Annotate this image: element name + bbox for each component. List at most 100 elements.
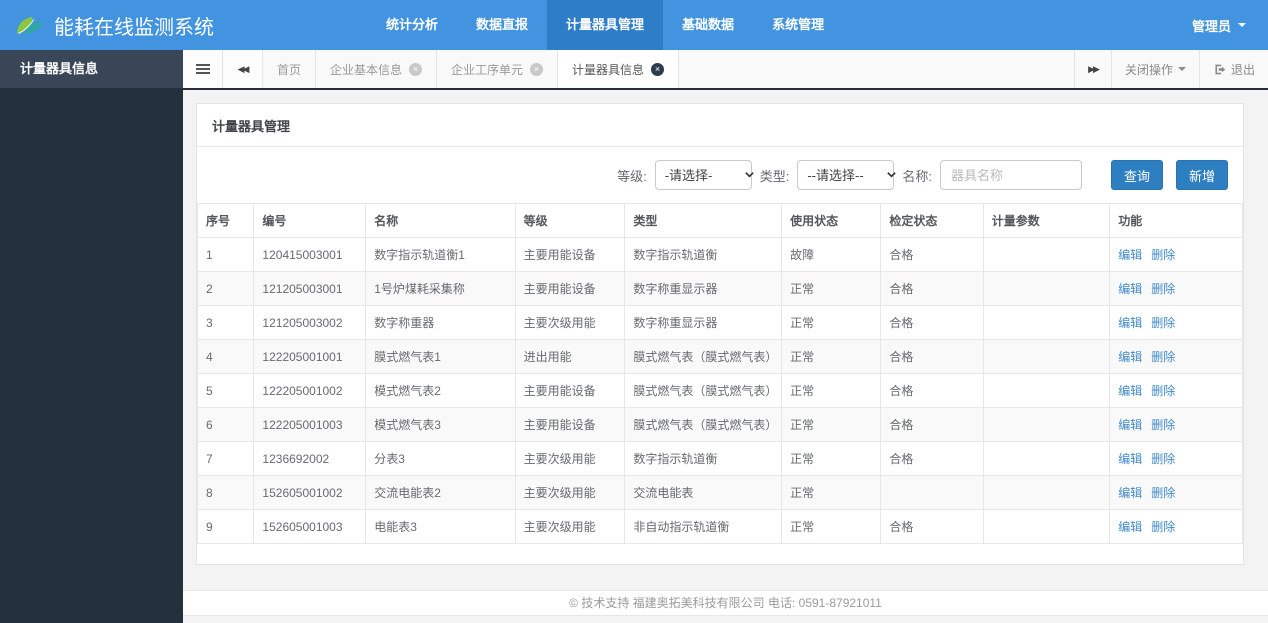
chevron-down-icon [1178, 67, 1186, 71]
open-tabs: 首页企业基本信息 × 企业工序单元 × 计量器具信息 × [263, 50, 679, 88]
column-header: 等级 [515, 204, 625, 238]
table-cell [983, 306, 1109, 340]
type-select[interactable]: --请选择-- [797, 160, 894, 190]
edit-link[interactable]: 编辑 [1118, 486, 1142, 500]
column-header: 序号 [198, 204, 254, 238]
search-button[interactable]: 查询 [1111, 160, 1163, 190]
tab-close-icon[interactable]: × [409, 63, 422, 76]
table-cell: 4 [198, 340, 254, 374]
table-cell: 主要用能设备 [515, 272, 625, 306]
table-cell: 6 [198, 408, 254, 442]
delete-link[interactable]: 删除 [1151, 350, 1175, 364]
double-arrow-right-icon: ▶▶ [1088, 64, 1098, 75]
nav-item-1[interactable]: 统计分析 [367, 0, 457, 50]
tab-1[interactable]: 首页 [263, 50, 316, 88]
column-header: 编号 [254, 204, 366, 238]
table-cell: 主要次级用能 [515, 476, 625, 510]
double-arrow-left-icon: ◀◀ [238, 64, 248, 75]
leaf-icon [15, 13, 45, 37]
table-cell [983, 510, 1109, 544]
sidebar-toggle-button[interactable] [183, 50, 223, 88]
table-row: 9152605001003电能表3主要次级用能非自动指示轨道衡正常合格编辑删除 [198, 510, 1243, 544]
table-cell: 主要次级用能 [515, 510, 625, 544]
column-header: 类型 [625, 204, 782, 238]
table-cell: 121205003001 [254, 272, 366, 306]
delete-link[interactable]: 删除 [1151, 486, 1175, 500]
table-cell: 电能表3 [366, 510, 515, 544]
tab-close-icon[interactable]: × [651, 63, 664, 76]
nav-item-4[interactable]: 基础数据 [663, 0, 753, 50]
close-operations-label: 关闭操作 [1125, 61, 1173, 78]
table-cell [983, 408, 1109, 442]
edit-link[interactable]: 编辑 [1118, 452, 1142, 466]
edit-link[interactable]: 编辑 [1118, 350, 1142, 364]
close-operations-dropdown[interactable]: 关闭操作 [1111, 50, 1199, 88]
nav-item-3[interactable]: 计量器具管理 [547, 0, 663, 50]
tab-label: 企业工序单元 [451, 61, 523, 78]
table-cell-actions: 编辑删除 [1110, 272, 1243, 306]
table-cell: 合格 [881, 408, 983, 442]
sidebar: 计量器具信息 [0, 50, 183, 623]
tab-2[interactable]: 企业基本信息 × [316, 50, 437, 88]
delete-link[interactable]: 删除 [1151, 316, 1175, 330]
tab-4[interactable]: 计量器具信息 × [558, 50, 679, 88]
table-cell: 9 [198, 510, 254, 544]
add-button[interactable]: 新增 [1176, 160, 1228, 190]
delete-link[interactable]: 删除 [1151, 418, 1175, 432]
table-cell [983, 374, 1109, 408]
table-cell: 合格 [881, 340, 983, 374]
edit-link[interactable]: 编辑 [1118, 520, 1142, 534]
delete-link[interactable]: 删除 [1151, 452, 1175, 466]
edit-link[interactable]: 编辑 [1118, 248, 1142, 262]
column-header: 检定状态 [881, 204, 983, 238]
tab-label: 企业基本信息 [330, 61, 402, 78]
table-cell: 正常 [782, 272, 881, 306]
logout-button[interactable]: 退出 [1199, 50, 1268, 88]
tab-label: 计量器具信息 [572, 61, 644, 78]
table-cell: 合格 [881, 442, 983, 476]
table-cell: 122205001003 [254, 408, 366, 442]
meter-management-panel: 计量器具管理 等级: -请选择- 类型: --请选择-- [196, 103, 1244, 565]
edit-link[interactable]: 编辑 [1118, 282, 1142, 296]
scroll-tabs-right-button[interactable]: ▶▶ [1074, 50, 1111, 88]
delete-link[interactable]: 删除 [1151, 282, 1175, 296]
content-area: 计量器具管理 等级: -请选择- 类型: --请选择-- [183, 90, 1268, 590]
table-cell: 数字指示轨道衡 [625, 238, 782, 272]
table-cell: 正常 [782, 442, 881, 476]
scroll-tabs-left-button[interactable]: ◀◀ [223, 50, 263, 88]
name-search-input[interactable] [940, 160, 1082, 190]
tab-close-icon[interactable]: × [530, 63, 543, 76]
delete-link[interactable]: 删除 [1151, 248, 1175, 262]
logout-icon [1213, 63, 1226, 76]
table-body: 1120415003001数字指示轨道衡1主要用能设备数字指示轨道衡故障合格编辑… [198, 238, 1243, 544]
page-layout: 计量器具信息 ◀◀ 首页企业基本信息 × 企业工序单元 × 计量器具信息 × ▶▶ 关闭操… [0, 50, 1268, 623]
table-cell: 3 [198, 306, 254, 340]
tab-3[interactable]: 企业工序单元 × [437, 50, 558, 88]
column-header: 名称 [366, 204, 515, 238]
table-cell [881, 476, 983, 510]
table-cell: 正常 [782, 340, 881, 374]
level-select[interactable]: -请选择- [655, 160, 752, 190]
edit-link[interactable]: 编辑 [1118, 384, 1142, 398]
table-cell: 主要用能设备 [515, 408, 625, 442]
delete-link[interactable]: 删除 [1151, 520, 1175, 534]
table-cell [983, 442, 1109, 476]
table-cell: 故障 [782, 238, 881, 272]
table-cell [983, 476, 1109, 510]
type-filter-label: 类型: [760, 166, 790, 185]
edit-link[interactable]: 编辑 [1118, 316, 1142, 330]
edit-link[interactable]: 编辑 [1118, 418, 1142, 432]
delete-link[interactable]: 删除 [1151, 384, 1175, 398]
table-cell: 主要次级用能 [515, 442, 625, 476]
table-cell: 交流电能表2 [366, 476, 515, 510]
user-menu[interactable]: 管理员 [1170, 0, 1268, 50]
table-cell: 数字指示轨道衡 [625, 442, 782, 476]
hamburger-icon [196, 64, 210, 74]
table-cell [983, 238, 1109, 272]
table-cell: 主要用能设备 [515, 238, 625, 272]
nav-item-5[interactable]: 系统管理 [753, 0, 843, 50]
nav-item-2[interactable]: 数据直报 [457, 0, 547, 50]
table-cell-actions: 编辑删除 [1110, 340, 1243, 374]
sidebar-item-1[interactable]: 计量器具信息 [0, 50, 183, 88]
table-cell-actions: 编辑删除 [1110, 442, 1243, 476]
